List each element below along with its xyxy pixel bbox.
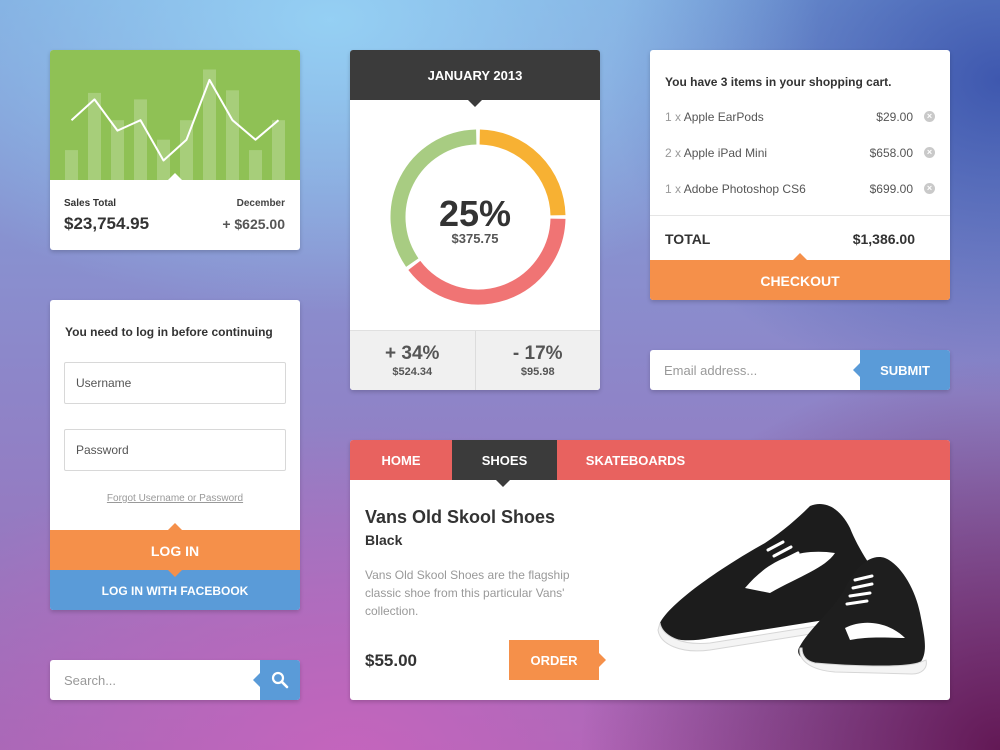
- cart-item-name: Apple iPad Mini: [683, 146, 768, 160]
- cart-item-price: $658.00: [869, 146, 913, 160]
- donut-header: JANUARY 2013: [350, 50, 600, 100]
- donut-stat-increase: + 34% $524.34: [350, 331, 475, 390]
- search-icon: [271, 671, 289, 689]
- search-button[interactable]: [260, 660, 300, 700]
- product-price: $55.00: [365, 651, 417, 670]
- sneakers-image: [657, 504, 927, 675]
- remove-item-icon[interactable]: ×: [924, 111, 935, 122]
- password-field[interactable]: [64, 429, 286, 471]
- cart-item: 2 x Apple iPad Mini $658.00 ×: [665, 146, 935, 164]
- cart-item-name: Adobe Photoshop CS6: [683, 182, 806, 196]
- cart-divider: [650, 215, 950, 216]
- stat-change: + 34%: [385, 343, 440, 364]
- tab-home[interactable]: HOME: [350, 440, 452, 480]
- email-signup: SUBMIT: [650, 350, 950, 390]
- order-button[interactable]: ORDER: [509, 640, 599, 680]
- sales-period-label: December: [236, 198, 285, 209]
- product-name: Vans Old Skool Shoes: [365, 507, 556, 527]
- cart-item-qty: 1 x: [665, 110, 682, 124]
- sales-bar: [272, 120, 285, 180]
- sales-card: Sales Total December $23,754.95 + $625.0…: [50, 50, 300, 250]
- login-card: You need to log in before continuing For…: [50, 300, 300, 610]
- product-card: HOME SHOES SKATEBOARDS Vans Old Skool Sh…: [350, 440, 950, 700]
- cart-item-qty: 2 x: [665, 146, 682, 160]
- cart-title: You have 3 items in your shopping cart.: [665, 75, 892, 89]
- search-bar: [50, 660, 300, 700]
- product-variant: Black: [365, 532, 403, 548]
- sales-period-value: + $625.00: [222, 216, 285, 232]
- login-button-bottom-notch: [168, 570, 182, 577]
- checkout-notch: [793, 253, 807, 260]
- stat-amount: $524.34: [392, 366, 433, 378]
- donut-amount: $375.75: [451, 231, 499, 246]
- sales-chart: [50, 50, 300, 180]
- remove-item-icon[interactable]: ×: [924, 147, 935, 158]
- sales-chart-svg: [65, 69, 285, 180]
- donut-card: JANUARY 2013 25% $375.75 + 34% $524.34 -…: [350, 50, 600, 390]
- stat-change: - 17%: [512, 343, 563, 364]
- username-field[interactable]: [64, 362, 286, 404]
- cart-item-qty: 1 x: [665, 182, 682, 196]
- forgot-password-link[interactable]: Forgot Username or Password: [50, 493, 300, 504]
- search-button-notch: [253, 673, 260, 687]
- product-description: Vans Old Skool Shoes are the flagship cl…: [365, 568, 570, 618]
- order-button-notch: [599, 653, 606, 667]
- cart-item-price: $29.00: [876, 110, 913, 124]
- login-title: You need to log in before continuing: [65, 325, 273, 339]
- cart-item-name: Apple EarPods: [683, 110, 764, 124]
- donut-percent: 25%: [438, 193, 512, 234]
- product-tabs: HOME SHOES SKATEBOARDS: [350, 440, 950, 480]
- donut-stats: + 34% $524.34 - 17% $95.98: [350, 330, 600, 390]
- submit-button[interactable]: SUBMIT: [860, 350, 950, 390]
- donut-header-notch: [468, 100, 482, 107]
- donut-stat-decrease: - 17% $95.98: [474, 331, 601, 390]
- cart-item: 1 x Adobe Photoshop CS6 $699.00 ×: [665, 182, 935, 200]
- search-input[interactable]: [50, 660, 260, 700]
- cart-item: 1 x Apple EarPods $29.00 ×: [665, 110, 935, 128]
- cart-item-price: $699.00: [869, 182, 913, 196]
- checkout-button[interactable]: CHECKOUT: [650, 260, 950, 300]
- login-button-notch: [168, 523, 182, 530]
- cart-total-label: TOTAL: [665, 231, 711, 247]
- sales-bar: [65, 150, 78, 180]
- stat-amount: $95.98: [520, 366, 555, 378]
- tab-shoes[interactable]: SHOES: [452, 440, 557, 480]
- sales-total-label: Sales Total: [64, 198, 117, 209]
- cart-total-value: $1,386.00: [852, 231, 915, 247]
- shopping-cart-card: You have 3 items in your shopping cart. …: [650, 50, 950, 300]
- tab-skateboards[interactable]: SKATEBOARDS: [557, 440, 714, 480]
- login-button[interactable]: LOG IN: [50, 530, 300, 570]
- submit-button-notch: [853, 363, 860, 377]
- sales-trend-line: [70, 78, 280, 162]
- active-tab-notch: [496, 480, 510, 487]
- sales-total-value: $23,754.95: [64, 214, 150, 233]
- remove-item-icon[interactable]: ×: [924, 183, 935, 194]
- sales-bar: [226, 90, 239, 180]
- sales-bar: [134, 99, 147, 180]
- sales-chart-notch: [168, 173, 182, 180]
- email-field[interactable]: [650, 350, 860, 390]
- sales-bar: [249, 150, 262, 180]
